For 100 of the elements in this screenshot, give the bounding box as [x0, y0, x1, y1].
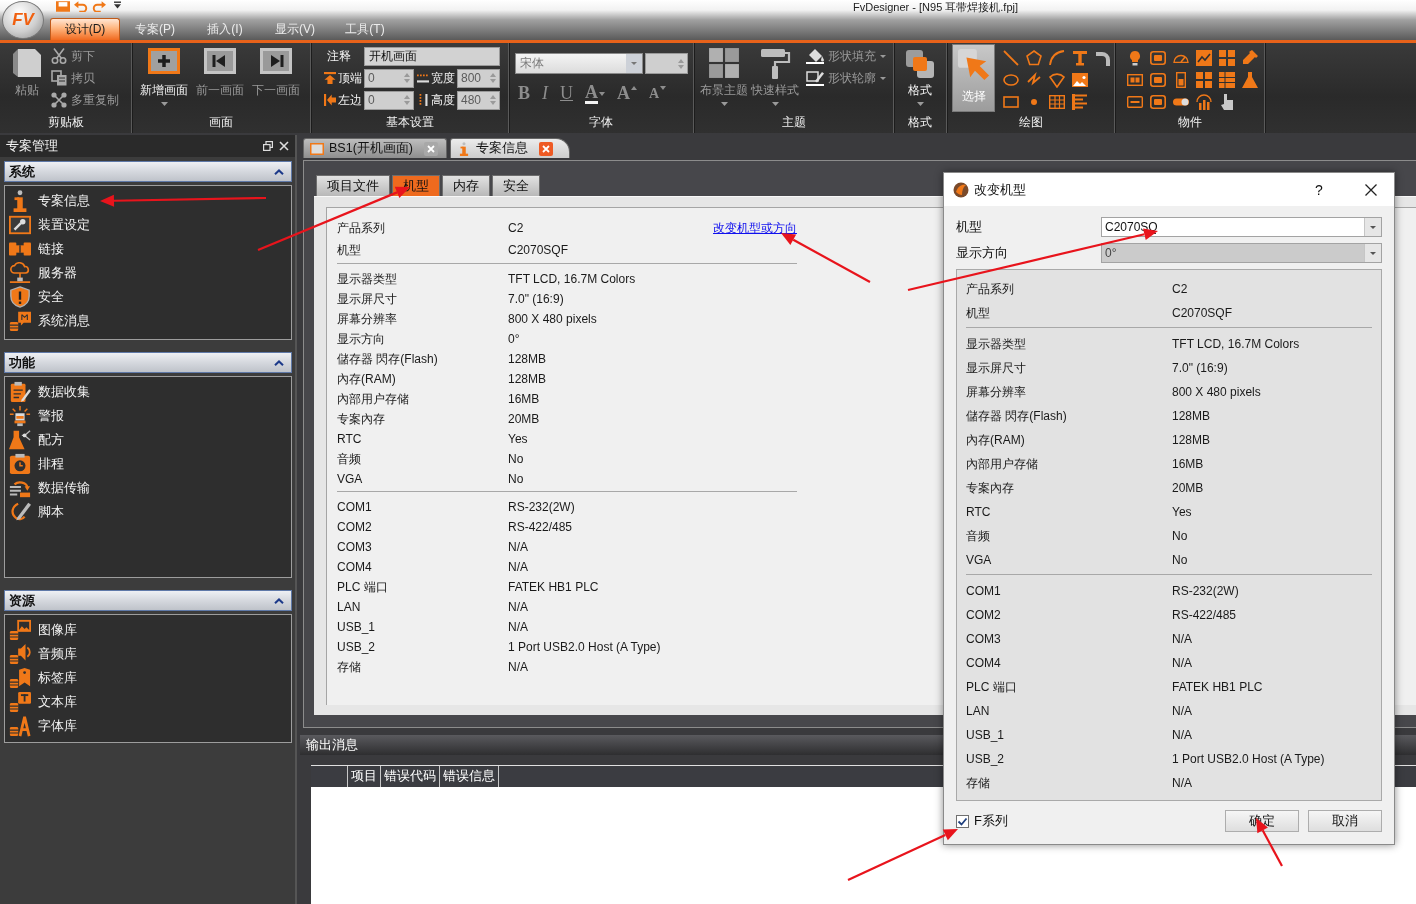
redo-icon[interactable]	[92, 1, 106, 12]
keypad-icon[interactable]	[1218, 50, 1235, 66]
info-label: 机型	[337, 241, 361, 259]
rectangle-icon[interactable]	[1002, 96, 1019, 108]
info-value: N/A	[1172, 656, 1192, 670]
push-button-icon[interactable]	[1149, 95, 1166, 109]
info-value: N/A	[1172, 776, 1192, 790]
sidebar-item[interactable]: 数据传输	[9, 476, 94, 500]
level-meter-icon[interactable]	[1175, 72, 1186, 88]
toggle-switch-icon[interactable]	[1172, 98, 1189, 106]
new-screen-button[interactable]: 新增画面	[137, 43, 191, 111]
tab[interactable]: 安全	[492, 175, 540, 196]
flask-icon[interactable]	[1241, 72, 1258, 88]
change-model-link[interactable]: 改变机型或方向	[713, 219, 797, 237]
page-icon	[11, 47, 43, 79]
tab[interactable]: 机型	[392, 175, 440, 196]
info-label: 显示屏尺寸	[337, 290, 397, 308]
section-header[interactable]: 资源	[4, 590, 292, 611]
ellipse-icon[interactable]	[1002, 74, 1019, 86]
ribbon-tab[interactable]: 插入(I)	[190, 18, 260, 40]
info-label: 音频	[337, 450, 361, 468]
sector-icon[interactable]	[1048, 72, 1065, 88]
polyline-icon[interactable]	[1025, 72, 1042, 88]
picture-icon[interactable]	[1071, 73, 1088, 87]
sidebar-item[interactable]: 音频库	[9, 642, 81, 666]
scale-icon[interactable]	[1071, 94, 1088, 110]
ribbon-tab[interactable]: 显示(V)	[260, 18, 330, 40]
tab[interactable]: 项目文件	[316, 175, 390, 196]
sidebar-item[interactable]: 警报	[9, 404, 68, 428]
keypad-icon[interactable]	[1195, 72, 1212, 88]
help-button[interactable]: ?	[1312, 181, 1326, 198]
info-label: COM4	[966, 656, 1001, 670]
sidebar-item[interactable]: 图像库	[9, 618, 81, 642]
pipe-icon[interactable]	[1094, 50, 1111, 66]
sidebar-item[interactable]: 装置设定	[9, 213, 94, 237]
line-chart-icon[interactable]	[1195, 50, 1212, 66]
table-icon[interactable]	[1048, 95, 1065, 109]
line-tool-icon[interactable]	[1002, 50, 1019, 66]
bar-chart-icon[interactable]	[1195, 94, 1212, 110]
info-label: 儲存器 閃存(Flash)	[337, 350, 438, 368]
sidebar-item[interactable]: 文本库	[9, 690, 81, 714]
document-tab[interactable]: BS1(开机画面)	[303, 138, 447, 158]
arc-icon[interactable]	[1048, 50, 1065, 66]
skip-forward-icon	[260, 48, 292, 74]
text-tool-icon[interactable]	[1071, 50, 1088, 66]
checkbox[interactable]	[956, 814, 969, 828]
caret-icon[interactable]	[114, 1, 121, 9]
push-button-icon[interactable]	[1149, 51, 1166, 65]
section-header[interactable]: 功能	[4, 352, 292, 373]
info-label: VGA	[966, 553, 992, 567]
format-button[interactable]: 格式	[896, 43, 944, 111]
label-icon[interactable]	[1126, 96, 1143, 108]
save-icon[interactable]	[56, 1, 70, 12]
chevron-up-icon[interactable]	[274, 168, 284, 175]
scissors-icon	[51, 48, 67, 64]
info-label: 存储	[966, 774, 990, 792]
sidebar-item[interactable]: 数据收集	[9, 380, 94, 404]
sidebar-item[interactable]: 配方	[9, 428, 68, 452]
sidebar-item[interactable]: 链接	[9, 237, 68, 261]
screen-icon	[310, 142, 324, 155]
gauge-icon[interactable]	[1172, 53, 1189, 63]
dot-icon[interactable]	[1030, 99, 1037, 105]
sidebar-item[interactable]: 系统消息	[9, 309, 94, 333]
document-tab[interactable]: 专案信息	[449, 138, 570, 158]
sidebar-item[interactable]: 脚本	[9, 500, 68, 524]
sidebar-item[interactable]: 服务器	[9, 261, 81, 285]
info-value: FATEK HB1 PLC	[1172, 680, 1263, 694]
sidebar-item[interactable]: 安全	[9, 285, 68, 309]
info-label: 专案內存	[337, 410, 385, 428]
grid-table-icon[interactable]	[1218, 72, 1235, 88]
info-value: N/A	[1172, 704, 1192, 718]
chevron-up-icon[interactable]	[274, 359, 284, 366]
info-value: 20MB	[508, 412, 540, 426]
hand-pointer-icon[interactable]	[1220, 94, 1233, 110]
checkbox-label[interactable]: F系列	[974, 812, 1008, 830]
undo-icon[interactable]	[74, 1, 88, 12]
note-field[interactable]: 开机画面	[364, 46, 500, 66]
restore-icon[interactable]	[263, 141, 273, 151]
sidebar-item[interactable]: 专案信息	[9, 189, 94, 213]
dialog-button[interactable]: 取消	[1308, 810, 1382, 832]
paint-roller-icon	[759, 47, 791, 79]
sidebar-item[interactable]: 排程	[9, 452, 68, 476]
info-label: 专案內存	[966, 479, 1014, 497]
info-label: COM2	[966, 608, 1001, 622]
sidebar-item[interactable]: 标签库	[9, 666, 81, 690]
sidebar-item[interactable]: 字体库	[9, 714, 81, 738]
info-value: Yes	[1172, 505, 1192, 519]
chevron-up-icon[interactable]	[274, 597, 284, 604]
section-header[interactable]: 系统	[4, 161, 292, 182]
info-value: C2070SQF	[508, 243, 569, 257]
tab[interactable]: 内存	[442, 175, 490, 196]
dropdown-field[interactable]: C2070SQ	[1101, 217, 1382, 237]
ribbon-group-label: 主题	[780, 114, 807, 131]
push-button-icon[interactable]	[1149, 73, 1166, 87]
info-label: USB_1	[337, 620, 376, 634]
ribbon-tab[interactable]: 设计(D)	[50, 18, 120, 40]
pentagon-icon[interactable]	[1025, 50, 1042, 66]
dropper-icon[interactable]	[1241, 50, 1258, 66]
close-icon[interactable]	[1365, 183, 1377, 196]
numeric-display-icon[interactable]	[1126, 74, 1143, 86]
